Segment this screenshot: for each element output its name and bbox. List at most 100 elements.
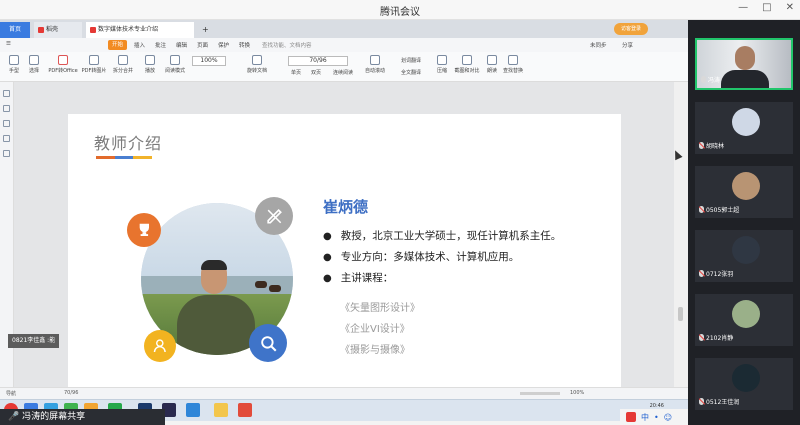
wps-tab-bar: 首页 稻壳 数字媒体技术专业介绍4.7.pdf× + 访客登录 [0,20,688,49]
translate-selection-button[interactable]: 划词翻译 [394,57,428,64]
avatar [732,300,760,328]
avatar [732,108,760,136]
bullet-courses: 主讲课程： [323,268,561,289]
tab-home[interactable]: 首页 [0,22,30,38]
auto-scroll-button[interactable]: 自动滚动 [362,55,388,74]
ime-mode[interactable]: 中 [641,412,649,423]
course-item: 《矢量图形设计》 [340,303,420,314]
participant-label: 胡晓林 [699,141,724,150]
mic-muted-icon [699,334,704,341]
teacher-info-list: 教授，北京工业大学硕士，现任计算机系主任。 专业方向：多媒体技术、计算机应用。 … [323,226,562,289]
bullet-title: 教授，北京工业大学硕士，现任计算机系主任。 [323,226,562,247]
page-number-input[interactable]: 70/96 [288,56,348,66]
meeting-window: 腾讯会议 — □ ✕ 首页 稻壳 数字媒体技术专业介绍4.7.pdf× + 访客… [0,0,800,425]
zoom-slider[interactable] [520,392,560,395]
mic-muted-icon [699,270,704,277]
tab-docer[interactable]: 稻壳 [34,22,82,38]
window-controls: — □ ✕ [738,2,794,13]
document-view[interactable]: 教师介绍 崔炳德 ● 教授，北京工业大学硕士，现任计算机系主任。 ● 专业方向：… [14,82,674,387]
participant-tile[interactable]: 0505郭士超 [695,166,793,218]
emoji-icon[interactable]: ☺ [664,413,672,422]
punctuation-icon[interactable]: • [654,413,659,422]
taskbar-app-icon[interactable] [186,403,200,417]
sogou-icon[interactable] [626,412,636,422]
mic-muted-icon [699,206,704,213]
wps-status-bar: 导航 70/96 100% [0,387,688,399]
status-page[interactable]: 70/96 [64,390,78,396]
read-mode-button[interactable]: 阅读模式 [162,55,188,74]
vertical-scrollbar[interactable] [674,82,688,387]
course-list: 《矢量图形设计》 《企业VI设计》 《摄影与摄像》 [340,298,420,361]
login-button[interactable]: 访客登录 [614,23,648,35]
menu-page[interactable]: 页面 [197,41,208,49]
tab-pdf-document[interactable]: 数字媒体技术专业介绍4.7.pdf× [86,22,194,49]
rotate-doc-button[interactable]: 旋转文档 [246,55,268,74]
ime-toolbar: 中 • ☺ [620,409,688,425]
wps-icon[interactable] [238,403,252,417]
participant-tile[interactable]: 0512王佳润 [695,358,793,410]
underline-segment [133,156,153,159]
participant-tile[interactable]: 胡晓林 [695,102,793,154]
screenshot-compare-button[interactable]: 截图和对比 [452,55,482,74]
minimize-icon[interactable]: — [738,2,748,13]
docer-icon [38,26,44,33]
pencil-ruler-icon [255,197,293,235]
pdf-to-image-button[interactable]: PDF转图片 [80,55,108,74]
menu-icon[interactable]: ☰ [6,41,11,47]
participant-label: 0505郭士超 [699,205,739,214]
find-replace-button[interactable]: 查找替换 [500,55,526,74]
zoom-select[interactable]: 100% [192,56,226,66]
participant-label: 0712张羽 [699,269,733,278]
play-button[interactable]: 播放 [140,55,160,74]
sync-status[interactable]: 未同步 [590,41,607,49]
mic-muted-icon [699,398,704,405]
screen-share-banner: 🎤 冯涛的屏幕共享 [0,409,165,425]
menu-annotate[interactable]: 批注 [155,41,166,49]
full-translate-button[interactable]: 全文翻译 [394,69,428,76]
participant-tile[interactable]: 0712张羽 [695,230,793,282]
continuous-read-button[interactable]: 连续阅读 [330,69,356,76]
pdf-to-office-button[interactable]: PDF转Office [48,55,78,74]
course-item: 《摄影与摄像》 [340,345,410,356]
folder-icon[interactable] [214,403,228,417]
participant-label: 冯涛 [701,75,720,84]
user-icon [144,330,176,362]
share-button[interactable]: 分享 [622,41,633,49]
new-tab-icon[interactable]: + [198,22,209,38]
nav-toggle[interactable]: 导航 [6,390,16,397]
search-input[interactable]: 查找功能、文档内容 [262,41,312,49]
bookmark-icon[interactable] [3,90,10,97]
hand-tool-button[interactable]: 手型 [4,55,24,74]
maximize-icon[interactable]: □ [762,2,771,13]
double-page-button[interactable]: 双页 [306,69,326,76]
mic-muted-icon [699,142,704,149]
menu-edit[interactable]: 编辑 [176,41,187,49]
meeting-title: 腾讯会议 [380,7,420,18]
menu-insert[interactable]: 插入 [134,41,145,49]
menu-start[interactable]: 开始 [108,40,128,50]
avatar [732,236,760,264]
participant-tile-video[interactable]: 冯涛 [695,38,793,90]
slide-title: 教师介绍 [94,134,163,153]
select-tool-button[interactable]: 选择 [24,55,44,74]
underline-segment [114,156,134,159]
bullet-field: 专业方向：多媒体技术、计算机应用。 [323,247,561,268]
scroll-thumb[interactable] [678,307,683,321]
compress-button[interactable]: 压缩 [432,55,452,74]
thumbnail-icon[interactable] [3,105,10,112]
menu-protect[interactable]: 保护 [218,41,229,49]
attachment-icon[interactable] [3,135,10,142]
search-doc-icon[interactable] [3,150,10,157]
read-aloud-button[interactable]: 朗读 [482,55,502,74]
split-merge-button[interactable]: 拆分合并 [110,55,136,74]
menu-convert[interactable]: 转换 [239,41,250,49]
mic-icon: 🎤 [8,412,20,422]
participant-tile[interactable]: 2102肖静 [695,294,793,346]
single-page-button[interactable]: 单页 [286,69,306,76]
wps-ribbon: 手型 选择 PDF转Office PDF转图片 拆分合并 播放 阅读模式 100… [0,52,688,82]
close-icon[interactable]: ✕ [786,2,794,13]
comment-icon[interactable] [3,120,10,127]
participant-label: 2102肖静 [699,333,733,342]
teacher-name: 崔炳德 [323,198,369,216]
mic-icon [701,76,706,83]
